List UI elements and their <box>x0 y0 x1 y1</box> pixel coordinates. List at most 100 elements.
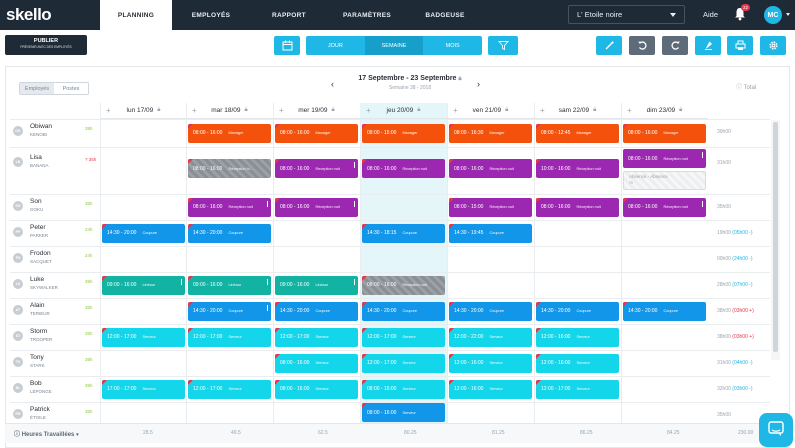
shift-card[interactable]: 14:30 - 20:00 Coupure <box>362 301 445 321</box>
shift-card[interactable]: 08:00 - 15:00 Manager <box>362 123 445 143</box>
add-shift-icon[interactable]: + <box>453 106 458 115</box>
shift-card[interactable]: 08:00 - 16:00 Réception nuit <box>623 197 706 217</box>
shift-card[interactable]: 08:00 - 16:00 Reception nuit <box>275 159 358 178</box>
shift-card[interactable]: 08:00 - 16:00 Manager <box>275 123 358 143</box>
shift-card[interactable]: 10:00 - 16:00 Réception nuit <box>536 159 619 178</box>
shift-card[interactable]: 08:00 - 16:00 Serveur <box>275 353 358 373</box>
shift-card[interactable]: 08:00 - 16:00 Réception nuit <box>623 149 706 168</box>
calendar-button[interactable] <box>274 36 300 55</box>
print-button[interactable] <box>727 36 753 55</box>
shift-card[interactable]: 12:00 - 17:00 Serveur <box>188 327 271 347</box>
shift-card[interactable]: 08:00 - 16:00 Serveur <box>275 379 358 399</box>
nav-planning[interactable]: PLANNING <box>100 0 172 30</box>
shift-card[interactable]: 14:30 - 18:15 Coupure <box>362 223 445 243</box>
lock-icon[interactable]: 🔒︎ <box>679 107 682 114</box>
shift-card[interactable]: 12:00 - 17:00 Serveur <box>188 379 271 399</box>
shift-card[interactable]: 08:00 - 16:00 Réception nuit <box>275 197 358 217</box>
shift-card[interactable]: 08:00 - 12:45 Manager <box>536 123 619 143</box>
employee-first-name: Tony <box>30 354 44 361</box>
lock-icon[interactable]: 🔒︎ <box>505 107 508 114</box>
nav-employés[interactable]: EMPLOYÉS <box>172 0 250 30</box>
shift-card[interactable]: 12:00 - 16:00 Serveur <box>449 379 532 399</box>
shift-card[interactable]: 12:00 - 17:00 Serveur <box>362 353 445 373</box>
lock-icon[interactable]: 🔒︎ <box>332 107 335 114</box>
shift-card[interactable]: 09:00 - 16:00 Linéaur <box>102 275 185 295</box>
shift-card[interactable]: Absence - Absence 7h <box>623 171 706 190</box>
shift-card[interactable]: 09:00 - 16:00 Linéaur <box>188 275 271 295</box>
settings-button[interactable] <box>760 36 786 55</box>
shift-position: Linéaur <box>142 283 156 287</box>
shift-card[interactable]: 14:30 - 20:00 Coupure <box>623 301 706 321</box>
shift-card[interactable]: 12:00 - 22:00 Serveur <box>449 327 532 347</box>
shift-card[interactable]: 08:00 - 16:00 Réception nuit <box>449 159 532 178</box>
shift-card[interactable]: 08:00 - 16:00 Manager <box>623 123 706 143</box>
nav-paramètres[interactable]: PARAMÈTRES <box>328 0 406 30</box>
toggle-employés[interactable]: Employés <box>20 83 54 94</box>
shift-card[interactable]: 12:00 - 17:00 Serveur <box>275 327 358 347</box>
view-mois[interactable]: MOIS <box>423 36 482 55</box>
worked-hours-toggle[interactable]: ⓘ Heures Travaillées ▾ <box>14 429 79 438</box>
shift-card[interactable]: 14:30 - 20:00 Coupure <box>275 301 358 321</box>
nav-rapport[interactable]: RAPPORT <box>250 0 328 30</box>
magic-wand-button[interactable] <box>596 36 622 55</box>
add-shift-icon[interactable]: + <box>627 106 632 115</box>
shift-card[interactable]: 12:00 - 17:00 Serveur <box>102 327 185 347</box>
add-shift-icon[interactable]: + <box>366 106 371 115</box>
shift-card[interactable]: 08:00 - 16:00 Serveur <box>362 379 445 399</box>
shift-card[interactable]: 08:00 - 16:30 Manager <box>449 123 532 143</box>
help-link[interactable]: Aide <box>703 10 718 19</box>
shift-card[interactable]: 08:00 - 16:00 Serveur <box>362 403 445 422</box>
pin-button[interactable] <box>695 36 721 55</box>
shift-card[interactable]: 14:30 - 19:45 Coupure <box>449 223 532 243</box>
vertical-scrollbar[interactable] <box>771 120 780 360</box>
shift-card[interactable]: 12:00 - 16:00 Serveur <box>536 327 619 347</box>
filter-button[interactable] <box>488 36 518 55</box>
shift-card[interactable]: 08:00 - 16:00 Réception hi... <box>188 159 271 178</box>
help-icon[interactable]: ⓘ <box>736 85 742 91</box>
shift-card[interactable]: 14:30 - 20:00 Coupure <box>188 223 271 243</box>
undo-button[interactable] <box>629 36 655 55</box>
view-jour[interactable]: JOUR <box>306 36 365 55</box>
shift-card[interactable]: 08:00 - 16:00 Réception nuit <box>362 159 445 178</box>
shift-card[interactable]: 08:00 - 16:00 Réception nuit <box>188 197 271 217</box>
add-shift-icon[interactable]: + <box>106 106 111 115</box>
shift-card[interactable]: 17:00 - 17:00 Serveur <box>102 379 185 399</box>
shift-card[interactable]: 14:30 - 20:00 Coupure <box>536 301 619 321</box>
shift-position: Réception nuit <box>663 156 688 161</box>
skello-logo[interactable]: skello <box>0 0 100 30</box>
add-shift-icon[interactable]: + <box>279 106 284 115</box>
lock-icon[interactable]: 🔒︎ <box>593 107 596 114</box>
view-semaine[interactable]: SEMAINE <box>364 36 424 55</box>
shift-card[interactable]: 14:30 - 20:00 Coupure <box>449 301 532 321</box>
lock-icon[interactable]: 🔒︎ <box>417 107 420 114</box>
nav-badgeuse[interactable]: BADGEUSE <box>406 0 484 30</box>
flag-icon <box>536 353 541 359</box>
shift-card[interactable]: 14:30 - 20:00 Coupure <box>188 301 271 321</box>
shift-card[interactable]: 08:00 - 16:00 Réception nuit <box>536 197 619 217</box>
chat-button[interactable] <box>759 413 793 447</box>
shift-card[interactable]: 12:00 - 17:00 Serveur <box>536 379 619 399</box>
shift-card[interactable]: 08:00 - 15:00 Réception nuit <box>449 197 532 217</box>
shift-card[interactable]: 08:00 - 16:00 Réception nuit <box>362 275 445 295</box>
shift-time: 08:00 - 16:00 <box>367 165 397 172</box>
shift-card[interactable]: 09:00 - 16:00 Linéaur <box>275 275 358 295</box>
toggle-postes[interactable]: Postes <box>54 83 88 94</box>
redo-button[interactable] <box>662 36 688 55</box>
shift-time: 12:00 - 16:00 <box>454 360 484 366</box>
shift-card[interactable]: 14:30 - 20:00 Coupure <box>102 223 185 243</box>
add-shift-icon[interactable]: + <box>192 106 197 115</box>
shift-card[interactable]: 12:00 - 17:00 Serveur <box>362 327 445 347</box>
add-shift-icon[interactable]: + <box>540 106 545 115</box>
scrollbar-thumb[interactable] <box>773 122 778 352</box>
shift-card[interactable]: 12:00 - 16:00 Serveur <box>536 353 619 373</box>
publish-button[interactable]: PUBLIER PRÉVENIR AVEC DES EMPLOYÉS <box>5 35 87 55</box>
lock-icon[interactable]: 🔒︎ <box>245 107 248 114</box>
lock-icon[interactable]: 🔒︎ <box>157 107 160 114</box>
avatar: BL <box>13 383 23 393</box>
next-week-arrow[interactable]: › <box>477 79 480 89</box>
shift-card[interactable]: 08:00 - 16:00 Manager <box>188 123 271 143</box>
chevron-down-icon[interactable] <box>786 13 790 16</box>
site-select[interactable]: L' Etoile noire <box>568 5 685 24</box>
user-avatar[interactable]: MC <box>764 6 782 24</box>
shift-card[interactable]: 12:00 - 16:00 Serveur <box>449 353 532 373</box>
